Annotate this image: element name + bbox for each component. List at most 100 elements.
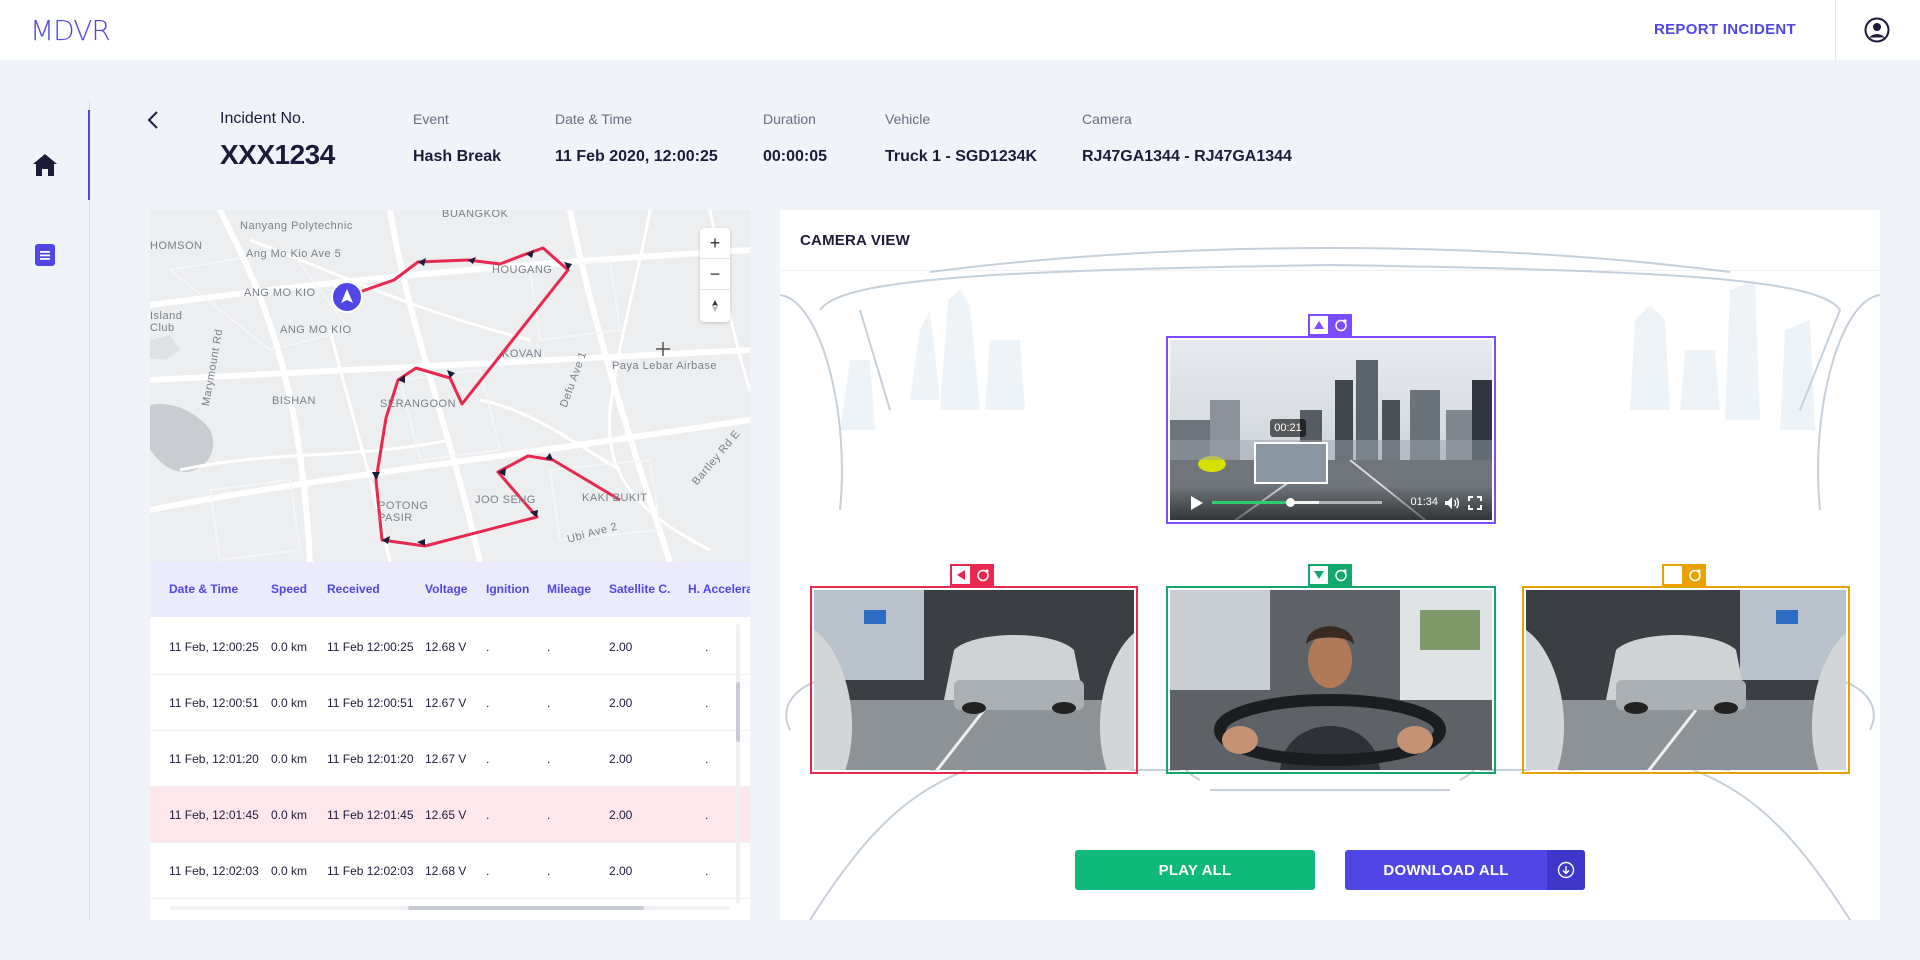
table-cell: . xyxy=(486,752,490,766)
table-cell: 12.65 V xyxy=(425,808,467,822)
table-cell: 11 Feb, 12:02:03 xyxy=(169,864,259,878)
table-cell: . xyxy=(547,808,551,822)
document-icon xyxy=(35,244,55,266)
table-row[interactable]: 11 Feb, 12:02:03 0.0 km 11 Feb 12:02:03 12.… xyxy=(150,843,750,899)
duration-label: Duration xyxy=(763,111,816,127)
table-cell: . xyxy=(705,640,709,654)
vertical-scrollbar[interactable] xyxy=(736,624,740,904)
left-camera-video[interactable] xyxy=(814,590,1134,770)
user-avatar-icon[interactable] xyxy=(1864,17,1890,43)
cabin-camera-scene xyxy=(1170,590,1492,770)
app-logo[interactable]: MDVR xyxy=(30,14,111,47)
right-camera-scene xyxy=(1526,590,1846,770)
horizontal-scroll-thumb[interactable] xyxy=(408,906,644,910)
report-incident-link[interactable]: REPORT INCIDENT xyxy=(1654,21,1796,38)
direction-left-icon xyxy=(950,564,972,586)
datetime-value: 11 Feb 2020, 12:00:25 xyxy=(555,148,718,165)
sidebar xyxy=(0,100,90,920)
zoom-out-button[interactable]: − xyxy=(700,259,730,290)
map-label: ANG MO KIO xyxy=(280,324,352,336)
route-map[interactable]: Nanyang Polytechnic BUANGKOK Ang Mo Kio … xyxy=(150,210,750,562)
table-cell: 2.00 xyxy=(609,640,633,654)
camera-record-icon[interactable] xyxy=(1330,564,1352,586)
camera-label: Camera xyxy=(1082,111,1132,127)
table-cell: 11 Feb 12:01:20 xyxy=(327,752,414,766)
volume-icon[interactable] xyxy=(1444,496,1460,510)
table-cell: 12.67 V xyxy=(425,696,467,710)
table-row[interactable]: 11 Feb, 12:00:25 0.0 km 11 Feb 12:00:25 12.… xyxy=(150,619,750,675)
incident-number: XXX1234 xyxy=(220,139,335,170)
camera-record-icon[interactable] xyxy=(972,564,994,586)
camera-record-icon[interactable] xyxy=(1684,564,1706,586)
camera-view-panel: CAMERA VIEW 00:21 01:34 PLAY ALL DOWNLOA… xyxy=(780,210,1880,920)
map-label: POTONG PASIR xyxy=(378,500,429,524)
table-cell: 11 Feb 12:00:51 xyxy=(327,696,414,710)
table-cell: 2.00 xyxy=(609,752,633,766)
column-header[interactable]: Voltage xyxy=(425,582,467,596)
table-cell: 0.0 km xyxy=(271,808,308,822)
sidebar-item-home[interactable] xyxy=(24,144,66,186)
compass-north-button[interactable] xyxy=(700,290,730,321)
table-cell: . xyxy=(486,640,490,654)
table-cell: 12.67 V xyxy=(425,752,467,766)
table-cell: 0.0 km xyxy=(271,752,308,766)
left-camera-scene xyxy=(814,590,1134,770)
table-cell: 0.0 km xyxy=(271,864,308,878)
column-header[interactable]: Satellite C. xyxy=(609,582,670,596)
table-cell: . xyxy=(486,808,490,822)
back-chevron-icon[interactable] xyxy=(142,108,166,132)
map-label: ANG MO KIO xyxy=(244,287,316,299)
left-camera-frame[interactable] xyxy=(810,586,1138,774)
table-row[interactable]: 11 Feb, 12:01:45 0.0 km 11 Feb 12:01:45 12.… xyxy=(150,787,750,843)
map-label: Island Club xyxy=(150,310,183,334)
front-camera-frame[interactable]: 00:21 01:34 xyxy=(1166,336,1496,524)
table-cell: 11 Feb 12:00:25 xyxy=(327,640,414,654)
table-cell: 11 Feb, 12:01:20 xyxy=(169,752,259,766)
table-cell: . xyxy=(486,696,490,710)
home-icon xyxy=(33,154,57,176)
incident-number-label: Incident No. xyxy=(220,110,306,127)
column-header[interactable]: Mileage xyxy=(547,582,591,596)
duration-value: 00:00:05 xyxy=(763,148,828,165)
map-zoom-controls: + − xyxy=(700,228,730,322)
zoom-in-button[interactable]: + xyxy=(700,228,730,259)
column-header[interactable]: Date & Time xyxy=(169,582,238,596)
table-cell: 11 Feb, 12:01:45 xyxy=(169,808,259,822)
right-camera-video[interactable] xyxy=(1526,590,1846,770)
fullscreen-icon[interactable] xyxy=(1468,496,1482,510)
table-cell: 11 Feb 12:01:45 xyxy=(327,808,414,822)
vertical-scroll-thumb[interactable] xyxy=(736,682,740,742)
compass-icon xyxy=(712,299,718,312)
map-label: SERANGOON xyxy=(380,398,457,410)
column-header[interactable]: Ignition xyxy=(486,582,529,596)
right-camera-frame[interactable] xyxy=(1522,586,1850,774)
right-camera-tag xyxy=(1662,564,1706,586)
sidebar-item-incidents[interactable] xyxy=(24,234,66,276)
seek-handle[interactable] xyxy=(1286,498,1296,507)
table-cell: 2.00 xyxy=(609,864,633,878)
table-cell: 2.00 xyxy=(609,808,633,822)
map-label: Paya Lebar Airbase xyxy=(612,360,718,372)
telemetry-table: Date & Time Speed Received Voltage Ignit… xyxy=(150,562,750,920)
left-camera-tag xyxy=(950,564,994,586)
direction-right-icon xyxy=(1662,564,1684,586)
video-duration: 01:34 xyxy=(1410,496,1438,508)
cabin-camera-frame[interactable] xyxy=(1166,586,1496,774)
datetime-label: Date & Time xyxy=(555,111,633,127)
camera-record-icon[interactable] xyxy=(1330,314,1352,336)
table-row[interactable]: 11 Feb, 12:01:20 0.0 km 11 Feb 12:01:20 12.… xyxy=(150,731,750,787)
table-cell: . xyxy=(705,864,709,878)
play-icon[interactable] xyxy=(1190,495,1204,511)
column-header[interactable]: Speed xyxy=(271,582,307,596)
top-bar: MDVR REPORT INCIDENT xyxy=(0,0,1920,60)
table-cell: . xyxy=(547,696,551,710)
seek-bar[interactable] xyxy=(1212,498,1382,507)
cabin-camera-video[interactable] xyxy=(1170,590,1492,770)
play-all-button[interactable]: PLAY ALL xyxy=(1075,850,1315,890)
video-player-controls: 01:34 xyxy=(1170,486,1492,520)
column-header[interactable]: Received xyxy=(327,582,380,596)
table-row[interactable]: 11 Feb, 12:00:51 0.0 km 11 Feb 12:00:51 12.… xyxy=(150,675,750,731)
download-all-button[interactable]: DOWNLOAD ALL xyxy=(1345,850,1585,890)
front-camera-video[interactable]: 00:21 01:34 xyxy=(1170,340,1492,520)
column-header[interactable]: H. Accelera xyxy=(688,582,750,596)
